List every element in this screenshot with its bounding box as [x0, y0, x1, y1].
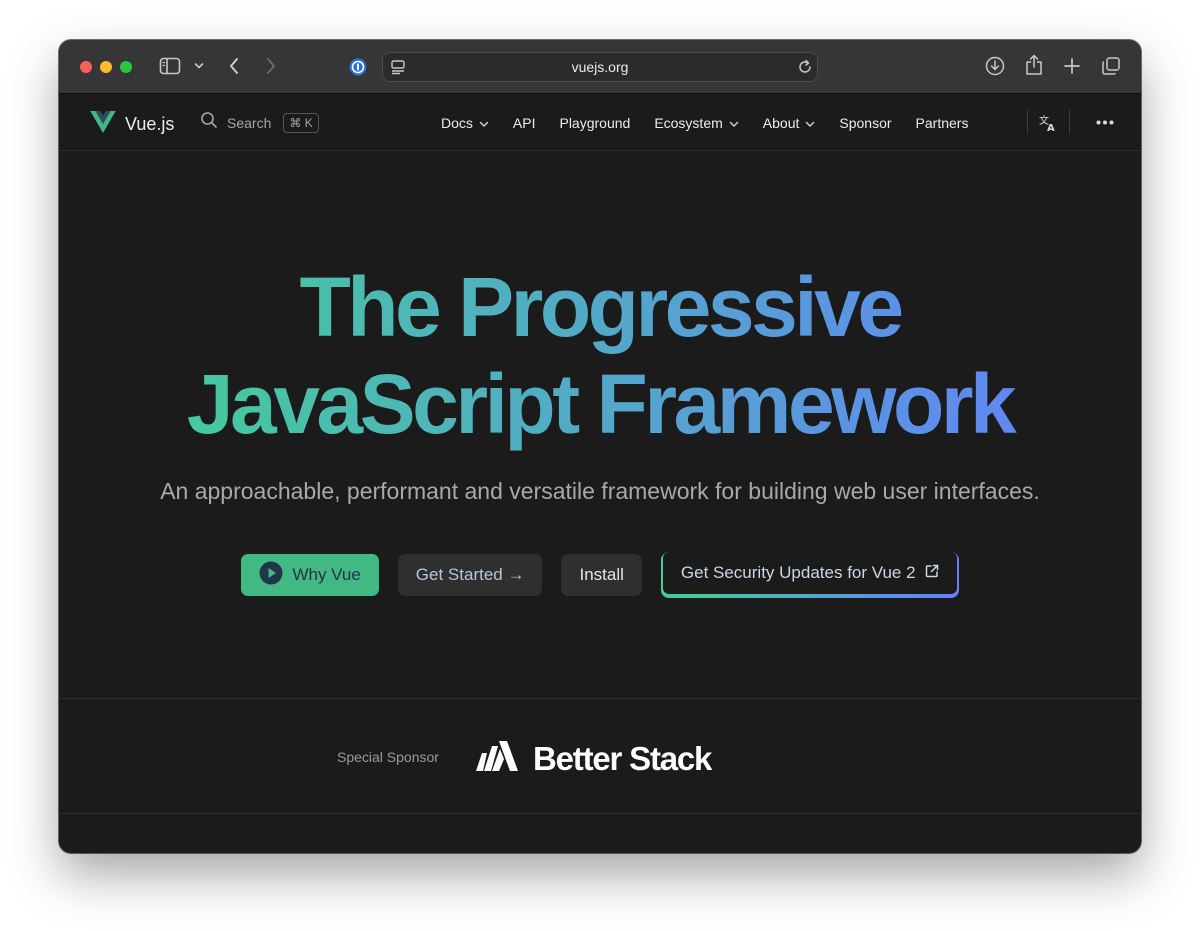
sidebar-icon[interactable] — [159, 57, 181, 75]
get-started-button[interactable]: Get Started → — [397, 554, 543, 596]
nav-docs-label: Docs — [441, 114, 473, 131]
nav-api[interactable]: API — [513, 115, 536, 131]
get-started-label: Get Started → — [415, 565, 525, 584]
nav-partners-label: Partners — [915, 114, 969, 131]
nav-api-label: API — [512, 114, 536, 131]
nav-about[interactable]: About — [763, 115, 816, 131]
close-window-button[interactable] — [80, 61, 92, 73]
site-nav: Vue.js Search ⌘ K Docs API Playground Ec… — [59, 94, 1141, 151]
translate-icon[interactable]: 文A — [1039, 114, 1057, 132]
vue-logo-icon — [90, 111, 116, 138]
password-icon[interactable] — [349, 58, 367, 76]
hero-actions: Why Vue Get Started → Install Get Securi… — [59, 552, 1141, 598]
search-label: Search — [227, 114, 272, 131]
install-label: Install — [579, 565, 624, 584]
nav-docs[interactable]: Docs — [441, 115, 489, 131]
svg-text:A: A — [1047, 123, 1055, 132]
hero-section: The Progressive JavaScript Framework An … — [59, 151, 1141, 698]
why-vue-button[interactable]: Why Vue — [241, 554, 379, 596]
chevron-down-icon — [479, 115, 489, 131]
hero-title-line-1: The Progressive — [59, 259, 1141, 356]
nav-links: Docs API Playground Ecosystem About Spon… — [429, 94, 980, 151]
new-tab-icon[interactable] — [1063, 57, 1081, 75]
nav-ecosystem[interactable]: Ecosystem — [654, 114, 739, 131]
search-shortcut: ⌘ K — [283, 112, 319, 133]
reload-icon[interactable] — [797, 59, 813, 75]
nav-playground-label: Playground — [559, 114, 631, 131]
vue-logo-link[interactable]: Vue.js — [90, 111, 174, 138]
browser-toolbar: vuejs.org — [59, 40, 1141, 94]
hero-title: The Progressive JavaScript Framework — [59, 259, 1141, 453]
search-icon — [200, 111, 218, 134]
forward-icon[interactable] — [265, 57, 277, 75]
site-title: Vue.js — [125, 114, 175, 134]
tab-overview-icon[interactable] — [1101, 56, 1121, 76]
hero-tagline: An approachable, performant and versatil… — [160, 478, 1040, 504]
install-button[interactable]: Install — [561, 554, 642, 596]
download-icon[interactable] — [985, 56, 1005, 76]
url-text: vuejs.org — [571, 59, 629, 75]
more-options-icon[interactable] — [1096, 120, 1114, 125]
nav-sponsor-label: Sponsor — [839, 114, 892, 131]
better-stack-logo-icon — [475, 739, 519, 778]
nav-playground[interactable]: Playground — [559, 115, 630, 131]
sponsor-label: Special Sponsor — [337, 749, 439, 765]
share-icon[interactable] — [1025, 54, 1043, 76]
nav-divider — [1069, 110, 1070, 134]
back-icon[interactable] — [228, 57, 240, 75]
address-bar[interactable]: vuejs.org — [382, 52, 818, 82]
special-sponsor-section: Special Sponsor Better Stack — [59, 698, 1141, 814]
search-button[interactable]: Search ⌘ K — [200, 111, 319, 134]
nav-sponsor[interactable]: Sponsor — [839, 115, 891, 131]
why-vue-label: Why Vue — [292, 565, 361, 584]
zoom-window-button[interactable] — [120, 61, 132, 73]
security-updates-button[interactable]: Get Security Updates for Vue 2 — [660, 552, 959, 598]
browser-window: vuejs.org Vue.js Search ⌘ K Docs API Pla… — [59, 40, 1141, 853]
better-stack-link[interactable]: Better Stack — [475, 739, 712, 778]
sponsor-brand-name: Better Stack — [533, 739, 712, 777]
minimize-window-button[interactable] — [100, 61, 112, 73]
chevron-down-icon[interactable] — [194, 62, 204, 70]
nav-ecosystem-label: Ecosystem — [654, 114, 723, 131]
play-icon — [259, 561, 283, 590]
nav-partners[interactable]: Partners — [916, 115, 969, 131]
security-updates-label: Get Security Updates for Vue 2 — [680, 563, 916, 582]
chevron-down-icon — [805, 115, 815, 131]
nav-about-label: About — [762, 114, 800, 131]
chevron-down-icon — [729, 115, 739, 131]
external-link-icon — [925, 563, 939, 583]
nav-divider — [1027, 110, 1028, 134]
hero-title-line-2: JavaScript Framework — [59, 356, 1141, 453]
